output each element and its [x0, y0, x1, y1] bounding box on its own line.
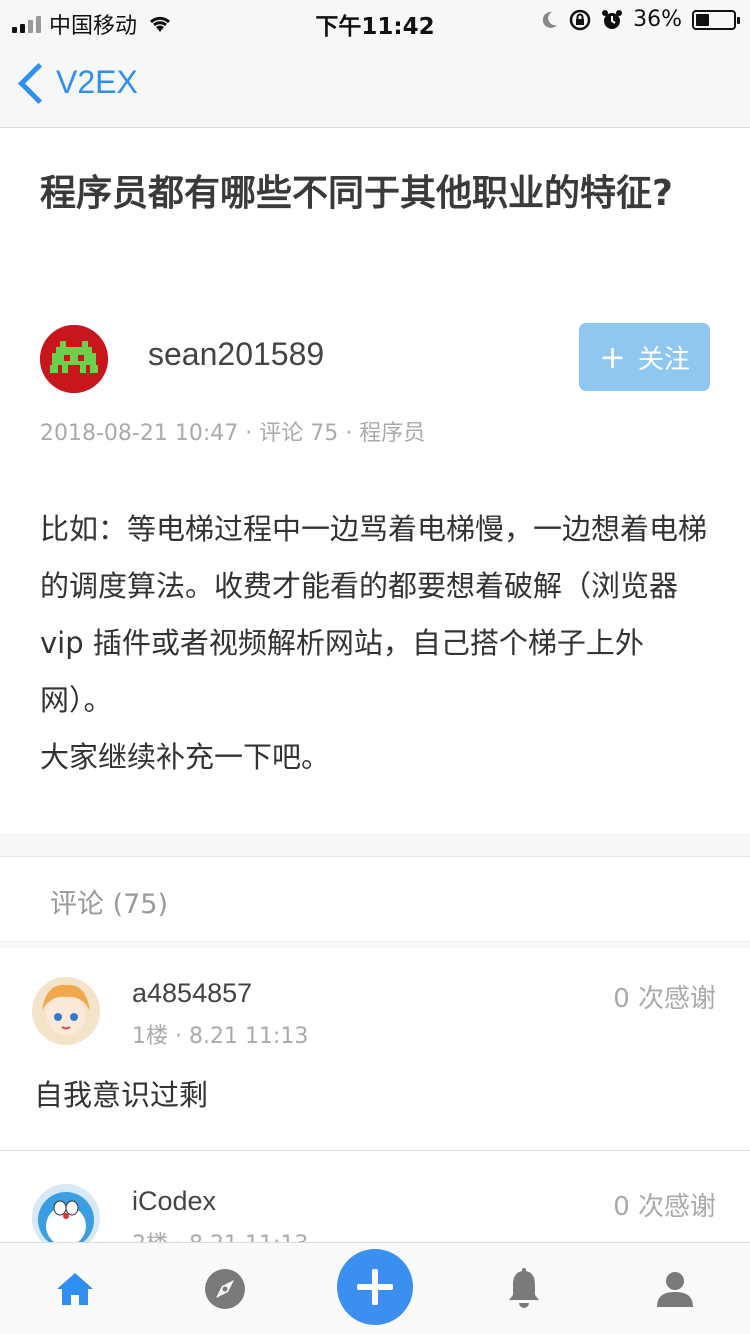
battery-percent: 36% — [633, 7, 682, 32]
tab-home[interactable] — [51, 1265, 99, 1313]
topic-section: 程序员都有哪些不同于其他职业的特征? sean201589 + 关注 2018-… — [0, 129, 750, 833]
thanks-count[interactable]: 0 次感谢 — [613, 1186, 716, 1223]
comments-header: 评论 (75) — [0, 858, 750, 942]
battery-icon — [692, 9, 740, 30]
rotation-lock-icon — [569, 9, 591, 30]
commenter-name[interactable]: iCodex — [132, 1186, 216, 1217]
moon-icon — [542, 11, 558, 28]
tab-profile[interactable] — [651, 1265, 699, 1313]
bell-icon — [509, 1268, 539, 1308]
commenter-avatar[interactable] — [32, 1184, 100, 1242]
topic-content: 比如：等电梯过程中一边骂着电梯慢，一边想着电梯的调度算法。收费才能看的都要想着破… — [40, 501, 710, 786]
plus-icon: + — [599, 338, 626, 376]
commenter-avatar[interactable] — [32, 977, 100, 1045]
home-icon — [57, 1273, 93, 1305]
status-bar: 中国移动 下午11:42 36% — [0, 0, 750, 40]
comment-meta: 2楼 · 8.21 11:13 — [132, 1226, 308, 1242]
tab-bar — [0, 1242, 750, 1334]
commenter-name[interactable]: a4854857 — [132, 978, 252, 1009]
comment-text: 自我意识过剩 — [34, 1078, 209, 1112]
status-right: 36% — [539, 7, 740, 32]
chevron-left-icon — [16, 60, 42, 104]
follow-button[interactable]: + 关注 — [579, 323, 710, 391]
thanks-count[interactable]: 0 次感谢 — [613, 978, 716, 1015]
author-name[interactable]: sean201589 — [148, 336, 324, 373]
comments-count-label: 评论 (75) — [50, 889, 169, 920]
compass-icon — [205, 1269, 245, 1309]
anime-avatar-icon — [32, 977, 100, 1045]
comment-item[interactable]: iCodex 2楼 · 8.21 11:13 0 次感谢 — [0, 1152, 750, 1242]
doraemon-avatar-icon — [32, 1184, 100, 1242]
author-avatar[interactable] — [40, 325, 108, 393]
comment-item[interactable]: a4854857 1楼 · 8.21 11:13 0 次感谢 自我意识过剩 — [0, 948, 750, 1151]
space-invader-icon — [40, 325, 108, 393]
back-label: V2EX — [56, 63, 138, 100]
section-divider — [0, 833, 750, 857]
topic-meta: 2018-08-21 10:47 · 评论 75 · 程序员 — [40, 421, 426, 446]
tab-notifications[interactable] — [500, 1265, 548, 1313]
alarm-icon — [602, 9, 623, 29]
add-icon[interactable] — [337, 1249, 413, 1325]
nav-bar: V2EX — [0, 40, 750, 128]
topic-title: 程序员都有哪些不同于其他职业的特征? — [40, 173, 673, 214]
user-icon — [657, 1272, 693, 1307]
follow-label: 关注 — [637, 344, 690, 375]
tab-explore[interactable] — [201, 1265, 249, 1313]
comment-meta: 1楼 · 8.21 11:13 — [132, 1024, 309, 1049]
back-button[interactable]: V2EX — [16, 60, 138, 104]
topic-body: 比如：等电梯过程中一边骂着电梯慢，一边想着电梯的调度算法。收费才能看的都要想着破… — [40, 512, 708, 774]
